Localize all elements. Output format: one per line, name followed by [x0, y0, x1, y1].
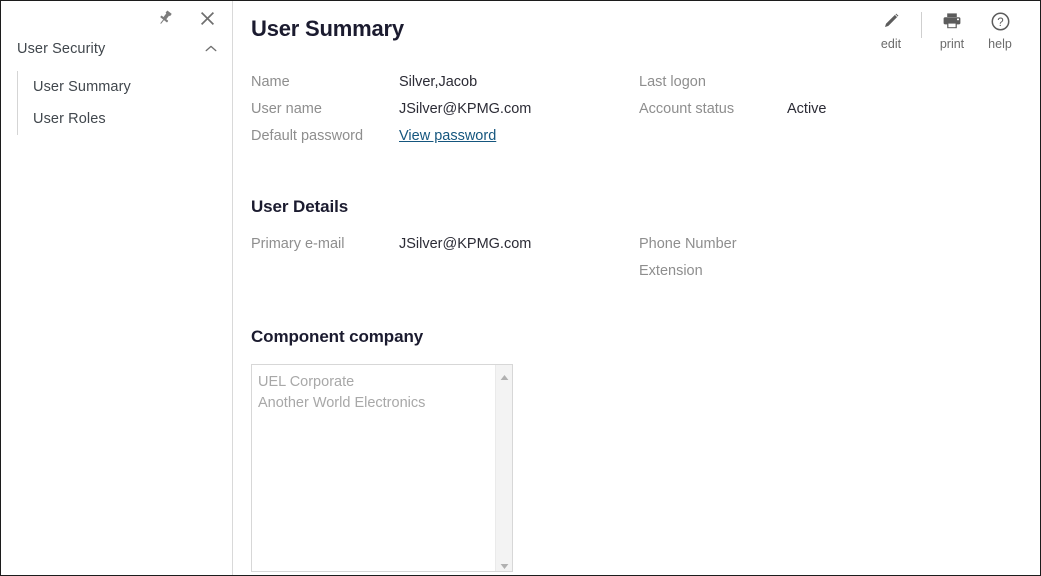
section-title-user-details: User Details	[251, 197, 349, 216]
field-label-extension: Extension	[639, 263, 703, 279]
main-content-panel: User Summary edit print ? help Name Silv…	[233, 1, 1040, 575]
section-title-component-company: Component company	[251, 327, 424, 346]
listbox-scrollbar[interactable]	[495, 365, 512, 571]
sidebar-item-user-roles[interactable]: User Roles	[33, 103, 232, 135]
page-header: User Summary edit print ? help	[233, 1, 1040, 63]
toolbar-separator	[921, 12, 922, 38]
sidebar-sublist: User Summary User Roles	[17, 71, 232, 135]
help-button[interactable]: ? help	[976, 10, 1024, 51]
svg-text:?: ?	[997, 17, 1003, 29]
pin-button[interactable]	[154, 7, 176, 29]
list-item[interactable]: Another World Electronics	[258, 393, 495, 414]
page-toolbar: edit print ? help	[867, 1, 1032, 51]
close-button[interactable]	[196, 7, 218, 29]
pencil-icon	[881, 10, 901, 32]
field-value-user-name: JSilver@KPMG.com	[399, 101, 532, 117]
field-label-user-name: User name	[251, 101, 322, 117]
sidebar-section-user-security[interactable]: User Security	[1, 35, 232, 63]
field-label-account-status: Account status	[639, 101, 735, 117]
field-value-spacer	[787, 123, 1040, 150]
question-circle-icon: ?	[990, 10, 1011, 32]
close-icon	[199, 10, 216, 27]
field-value-name: Silver,Jacob	[399, 74, 478, 90]
help-label: help	[988, 37, 1012, 51]
pin-icon	[156, 9, 174, 27]
field-value-last-logon	[787, 69, 1040, 96]
field-label-name: Name	[251, 74, 290, 90]
field-label-default-password: Default password	[251, 128, 364, 144]
navigation-sidebar: User Security User Summary User Roles	[1, 1, 233, 575]
field-value-phone-number	[787, 231, 1040, 258]
field-label-last-logon: Last logon	[639, 74, 706, 90]
scroll-down-arrow-icon[interactable]	[499, 558, 510, 569]
sidebar-item-user-summary[interactable]: User Summary	[33, 71, 232, 103]
chevron-up-icon[interactable]	[204, 42, 218, 56]
application-window: User Security User Summary User Roles Us…	[0, 0, 1041, 576]
edit-label: edit	[880, 37, 902, 51]
page-title: User Summary	[251, 16, 404, 41]
sidebar-item-label: User Summary	[33, 79, 131, 95]
list-item[interactable]: UEL Corporate	[258, 372, 495, 393]
user-summary-fields: Name Silver,Jacob Last logon User name J…	[251, 69, 1040, 150]
sidebar-section-label: User Security	[17, 41, 106, 57]
field-label-phone-number: Phone Number	[639, 236, 737, 252]
field-value-details-spacer	[399, 258, 639, 285]
field-value-primary-email: JSilver@KPMG.com	[399, 236, 532, 252]
sidebar-control-bar	[1, 1, 232, 35]
field-value-extension	[787, 258, 1040, 285]
component-company-listbox[interactable]: UEL Corporate Another World Electronics	[251, 364, 513, 572]
print-button[interactable]: print	[928, 10, 976, 51]
edit-button[interactable]: edit	[867, 10, 915, 51]
user-details-fields: Primary e-mail JSilver@KPMG.com Phone Nu…	[251, 231, 1040, 285]
sidebar-item-label: User Roles	[33, 111, 106, 127]
content-body: Name Silver,Jacob Last logon User name J…	[233, 69, 1040, 572]
status-badge: Active	[787, 101, 827, 117]
scroll-up-arrow-icon[interactable]	[499, 369, 510, 380]
printer-icon	[941, 10, 963, 32]
field-label-primary-email: Primary e-mail	[251, 236, 345, 252]
print-label: print	[939, 37, 965, 51]
listbox-item-container: UEL Corporate Another World Electronics	[252, 365, 495, 571]
view-password-link[interactable]: View password	[399, 123, 639, 150]
